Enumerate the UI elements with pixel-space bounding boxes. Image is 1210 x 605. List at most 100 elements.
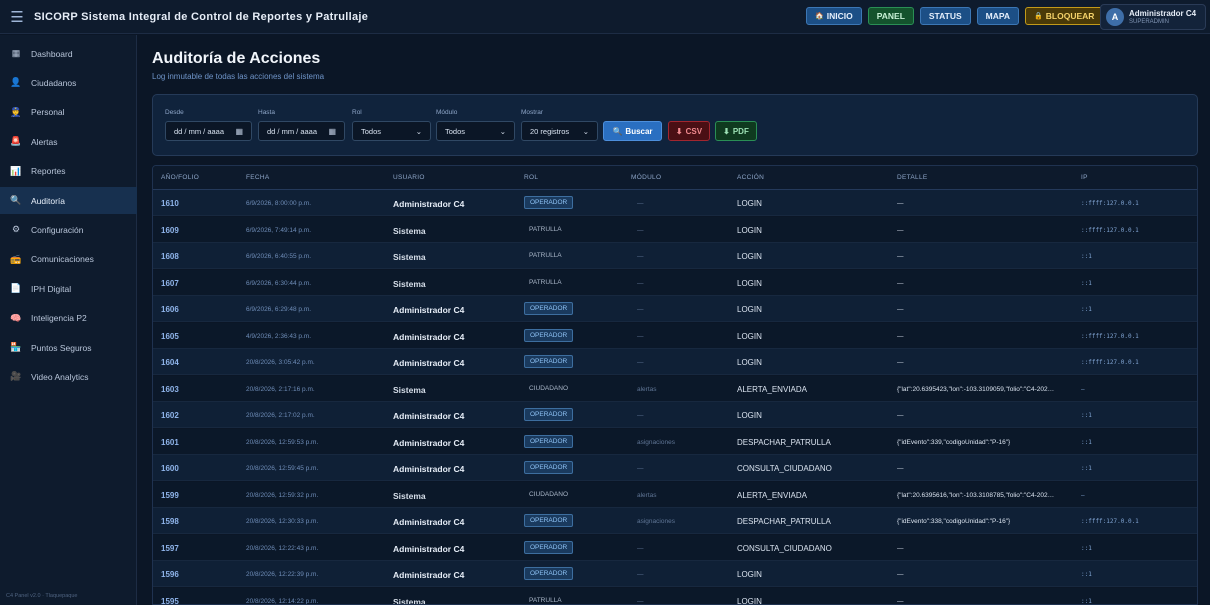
sidebar-item-comunicaciones[interactable]: 📻 Comunicaciones [0,246,137,273]
user-menu[interactable]: A Administrador C4 SUPERADMIN [1100,4,1206,30]
table-row[interactable]: 1596 20/8/2026, 12:22:39 p.m. Administrado… [153,561,1197,587]
action-cell: LOGIN [737,331,762,341]
module-cell: — [637,412,644,419]
table-row[interactable]: 1605 4/9/2026, 2:36:43 p.m. Administrador … [153,322,1197,349]
detail-cell: {"lat":20.6395616,"lon":-103.3108785,"fo… [897,491,1055,499]
user-cell: Sistema [393,278,426,289]
table-row[interactable]: 1608 6/9/2026, 6:40:55 p.m. Sistema PATRULL… [153,243,1197,269]
detail-cell: — [897,279,904,287]
sidebar-item-label: Inteligencia P2 [31,313,87,324]
top-panel-button[interactable]: PANEL [867,7,914,25]
user-cell: Administrador C4 [393,570,465,580]
module-cell: alertas [637,491,657,499]
calendar-icon[interactable]: ▦ [235,127,243,136]
sidebar: C4 Panel v2.0 · Tlaquepaque ▦ Dashboard 👤 C… [0,35,137,605]
role-badge: PATRULLA [529,278,562,286]
top-inicio-button[interactable]: 🏠 INICIO [806,7,862,25]
ip-cell: ::1 [1081,253,1092,260]
role-badge: OPERADOR [524,461,574,474]
date-cell: 6/9/2026, 8:00:00 p.m. [246,200,312,207]
ip-cell: ::ffff:127.0.0.1 [1081,359,1139,366]
table-row[interactable]: 1600 20/8/2026, 12:59:45 p.m. Administrado… [153,455,1197,481]
date-cell: 20/8/2026, 12:22:43 p.m. [246,544,319,552]
hasta-date-input[interactable]: dd / mm / aaaa ▦ [258,121,345,141]
top-mapa-button[interactable]: MAPA [976,7,1020,25]
table-row[interactable]: 1604 20/8/2026, 3:05:42 p.m. Administrador… [153,349,1197,375]
mostrar-select-value: 20 registros [530,126,570,136]
ip-cell: ::1 [1081,544,1092,552]
role-badge: OPERADOR [524,196,574,209]
table-row[interactable]: 1610 6/9/2026, 8:00:00 p.m. Administrador … [153,190,1197,216]
export-csv-button[interactable]: ⬇ CSV [668,121,710,141]
top-status-button[interactable]: STATUS [919,7,971,25]
sidebar-item-iph-digital[interactable]: 📄 IPH Digital [0,275,137,302]
table-row[interactable]: 1606 6/9/2026, 6:29:48 p.m. Administrador … [153,296,1197,322]
date-cell: 20/8/2026, 12:14:22 p.m. [246,597,319,605]
sidebar-item-reportes[interactable]: 📊 Reportes [0,158,137,185]
home-icon: 🏠 [815,13,824,20]
module-cell: alertas [637,385,657,393]
date-cell: 20/8/2026, 12:30:33 p.m. [246,518,319,525]
gear-icon: ⚙ [11,224,21,235]
sidebar-item-label: Ciudadanos [31,77,77,88]
table-row[interactable]: 1597 20/8/2026, 12:22:43 p.m. Administrado… [153,534,1197,561]
role-cell: OPERADOR [524,540,574,554]
table-row[interactable]: 1607 6/9/2026, 6:30:44 p.m. Sistema PATRULL… [153,269,1197,296]
folio-cell: 1607 [161,278,179,288]
module-cell: — [637,332,644,340]
role-cell: OPERADOR [524,355,574,368]
search-button-label: Buscar [625,126,653,136]
role-badge: OPERADOR [524,540,574,554]
role-cell: OPERADOR [524,196,574,209]
search-icon: 🔍 [612,126,623,136]
top-bloquear-button[interactable]: 🔒 BLOQUEAR [1025,7,1104,25]
page-subtitle: Log inmutable de todas las acciones del … [152,72,325,81]
download-icon: ⬇ [723,126,730,136]
search-button[interactable]: 🔍 Buscar [603,121,662,141]
table-row[interactable]: 1599 20/8/2026, 12:59:32 p.m. Sistema CIUDA… [153,481,1197,508]
sidebar-item-inteligencia-p2[interactable]: 🧠 Inteligencia P2 [0,305,137,332]
date-cell: 4/9/2026, 2:36:43 p.m. [246,332,312,340]
action-cell: LOGIN [737,252,762,261]
table-row[interactable]: 1595 20/8/2026, 12:14:22 p.m. Sistema PATRU… [153,587,1197,605]
sidebar-item-personal[interactable]: 👮 Personal [0,99,137,126]
mostrar-select[interactable]: 20 registros ⌄ [521,121,598,141]
sidebar-item-dashboard[interactable]: ▦ Dashboard [0,40,137,67]
desde-date-input[interactable]: dd / mm / aaaa ▦ [165,121,252,141]
table-row[interactable]: 1601 20/8/2026, 12:59:53 p.m. Administrado… [153,428,1197,455]
sidebar-item-ciudadanos[interactable]: 👤 Ciudadanos [0,69,137,96]
sidebar-item-video-analytics[interactable]: 🎥 Video Analytics [0,363,137,390]
sidebar-item-label: Alertas [31,136,58,147]
sidebar-item-label: Reportes [31,166,66,177]
ip-cell: ::1 [1081,412,1092,419]
table-row[interactable]: 1609 6/9/2026, 7:49:14 p.m. Sistema PATRULL… [153,216,1197,243]
module-cell: — [637,226,644,234]
hamburger-icon[interactable]: ☰ [0,0,34,34]
date-cell: 20/8/2026, 2:17:02 p.m. [246,412,315,419]
folio-cell: 1596 [161,570,179,579]
export-pdf-button[interactable]: ⬇ PDF [715,121,757,141]
user-cell: Sistema [393,490,426,501]
sidebar-item-puntos-seguros[interactable]: 🏪 Puntos Seguros [0,334,137,361]
table-row[interactable]: 1598 20/8/2026, 12:30:33 p.m. Administrado… [153,508,1197,534]
sidebar-item-auditoría[interactable]: 🔍 Auditoría [0,187,137,214]
sidebar-item-alertas[interactable]: 🚨 Alertas [0,128,137,155]
table-row[interactable]: 1603 20/8/2026, 2:17:16 p.m. Sistema CIUDAD… [153,375,1197,402]
column-header: MÓDULO [631,174,662,181]
user-cell: Sistema [393,384,426,395]
detail-cell: {"lat":20.6395423,"lon":-103.3109059,"fo… [897,385,1055,393]
modulo-select[interactable]: Todos ⌄ [436,121,515,141]
ip-cell: ::1 [1081,438,1092,446]
user-cell: Administrador C4 [393,437,465,448]
module-cell: — [637,306,644,313]
rol-select[interactable]: Todos ⌄ [352,121,431,141]
ip-cell: ::ffff:127.0.0.1 [1081,226,1139,234]
calendar-icon[interactable]: ▦ [328,127,336,136]
detail-cell: {"idEvento":338,"codigoUnidad":"P-16"} [897,518,1011,525]
main-content: Auditoría de Acciones Log inmutable de t… [138,35,1210,605]
sidebar-item-label: Puntos Seguros [31,342,92,353]
video-icon: 🎥 [10,371,22,382]
sidebar-item-configuración[interactable]: ⚙ Configuración [0,216,137,243]
date-cell: 6/9/2026, 7:49:14 p.m. [246,226,312,234]
table-row[interactable]: 1602 20/8/2026, 2:17:02 p.m. Administrador… [153,402,1197,428]
